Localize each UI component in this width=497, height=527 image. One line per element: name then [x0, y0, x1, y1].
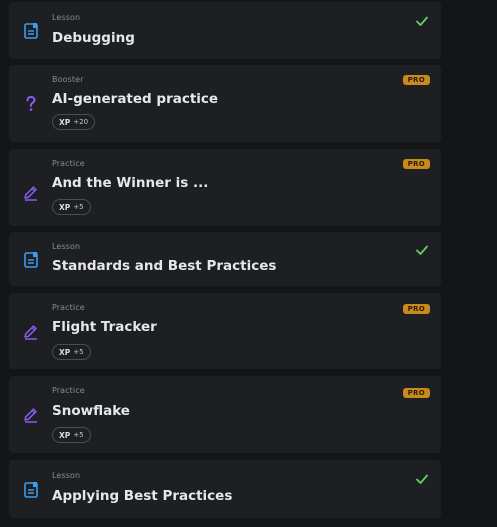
- question-mark-icon: [22, 95, 40, 113]
- item-type-label: Lesson: [52, 242, 81, 251]
- item-title: Standards and Best Practices: [52, 258, 277, 274]
- xp-reward-badge: XP +5: [52, 344, 91, 360]
- course-item-and-the-winner-is[interactable]: Practice And the Winner is ... XP +5 PRO: [9, 149, 441, 226]
- lesson-document-icon: [22, 251, 40, 269]
- item-type-label: Practice: [52, 386, 85, 395]
- xp-reward-badge: XP +5: [52, 199, 91, 215]
- item-title: And the Winner is ...: [52, 175, 209, 191]
- item-title: AI-generated practice: [52, 91, 219, 107]
- xp-value: +20: [73, 118, 89, 126]
- course-item-flight-tracker[interactable]: Practice Flight Tracker XP +5 PRO: [9, 293, 441, 369]
- completed-check-icon: [415, 14, 429, 28]
- xp-reward-badge: XP +20: [52, 114, 96, 130]
- item-type-label: Lesson: [52, 13, 81, 22]
- course-item-ai-generated-practice[interactable]: Booster AI-generated practice XP +20 PRO: [9, 65, 441, 142]
- item-type-label: Lesson: [52, 471, 81, 480]
- pro-badge: PRO: [402, 75, 430, 85]
- item-type-label: Practice: [52, 303, 85, 312]
- xp-label: XP: [59, 202, 71, 212]
- pro-badge: PRO: [402, 304, 430, 314]
- xp-value: +5: [73, 203, 84, 211]
- item-title: Flight Tracker: [52, 319, 157, 335]
- item-type-label: Booster: [52, 75, 84, 84]
- item-title: Snowflake: [52, 403, 130, 419]
- practice-pencil-icon: [22, 184, 40, 202]
- practice-pencil-icon: [22, 323, 40, 341]
- completed-check-icon: [415, 243, 429, 257]
- course-item-standards-and-best-practices[interactable]: Lesson Standards and Best Practices: [9, 232, 441, 286]
- xp-label: XP: [59, 347, 71, 357]
- xp-label: XP: [59, 117, 71, 127]
- course-item-list: Lesson Debugging Booster AI-generated pr…: [0, 0, 497, 527]
- lesson-document-icon: [22, 481, 40, 499]
- item-title: Debugging: [52, 30, 135, 46]
- xp-value: +5: [73, 348, 84, 356]
- pro-badge: PRO: [402, 159, 430, 169]
- xp-value: +5: [73, 431, 84, 439]
- practice-pencil-icon: [22, 406, 40, 424]
- xp-reward-badge: XP +5: [52, 427, 91, 443]
- course-item-applying-best-practices[interactable]: Lesson Applying Best Practices: [9, 460, 441, 518]
- item-title: Applying Best Practices: [52, 488, 233, 504]
- course-item-debugging[interactable]: Lesson Debugging: [9, 2, 441, 59]
- course-item-snowflake[interactable]: Practice Snowflake XP +5 PRO: [9, 376, 441, 453]
- completed-check-icon: [415, 472, 429, 486]
- item-type-label: Practice: [52, 159, 85, 168]
- lesson-document-icon: [22, 22, 40, 40]
- xp-label: XP: [59, 430, 71, 440]
- pro-badge: PRO: [402, 388, 430, 398]
